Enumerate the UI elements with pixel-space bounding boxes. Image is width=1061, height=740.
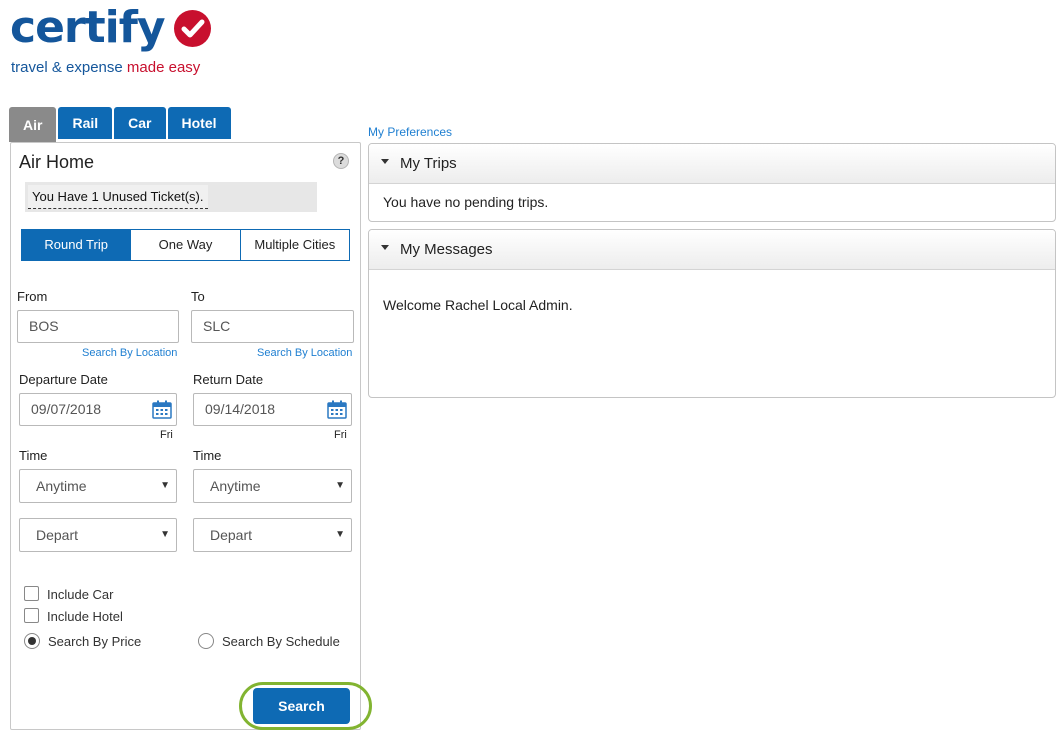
search-by-schedule-label: Search By Schedule (222, 634, 340, 649)
tab-car[interactable]: Car (114, 107, 166, 139)
to-input[interactable]: SLC (191, 310, 354, 343)
help-icon[interactable]: ? (333, 153, 349, 169)
to-search-by-location-link[interactable]: Search By Location (257, 347, 352, 359)
round-trip-button[interactable]: Round Trip (22, 230, 131, 260)
my-messages-panel: My Messages Welcome Rachel Local Admin. (368, 229, 1056, 398)
my-trips-body: You have no pending trips. (383, 194, 549, 210)
my-messages-title: My Messages (400, 241, 493, 258)
dropdown-arrow-icon: ▼ (160, 480, 170, 491)
my-messages-body: Welcome Rachel Local Admin. (383, 297, 573, 313)
include-hotel-label: Include Hotel (47, 609, 123, 624)
return-date-label: Return Date (193, 372, 264, 387)
my-trips-header[interactable]: My Trips (369, 144, 1055, 184)
return-mode-select[interactable]: Depart ▼ (193, 518, 352, 552)
search-by-schedule-radio[interactable] (198, 633, 214, 649)
air-search-panel: Air Home ? You Have 1 Unused Ticket(s). … (10, 142, 372, 730)
search-button[interactable]: Search (253, 688, 350, 724)
checkmark-icon (174, 10, 211, 47)
search-by-price-radio[interactable] (24, 633, 40, 649)
my-trips-panel: My Trips You have no pending trips. (368, 143, 1056, 222)
from-search-by-location-link[interactable]: Search By Location (82, 347, 177, 359)
return-date-value: 09/14/2018 (205, 401, 276, 417)
my-messages-header[interactable]: My Messages (369, 230, 1055, 270)
multiple-cities-button[interactable]: Multiple Cities (239, 230, 349, 260)
include-hotel-checkbox[interactable] (24, 608, 39, 623)
logo-tagline: travel & expense made easy (11, 59, 200, 76)
departure-mode-select[interactable]: Depart ▼ (19, 518, 177, 552)
return-date-input[interactable]: 09/14/2018 (193, 393, 352, 426)
departure-day: Fri (160, 429, 173, 441)
search-by-price-label: Search By Price (48, 634, 142, 649)
travel-mode-tabs: Air Rail Car Hotel (9, 107, 233, 142)
my-trips-title: My Trips (400, 155, 457, 172)
one-way-button[interactable]: One Way (130, 230, 240, 260)
my-preferences-link[interactable]: My Preferences (368, 125, 452, 139)
tagline-main: travel & expense (11, 59, 123, 76)
departure-time-value: Anytime (36, 478, 87, 494)
collapse-triangle-icon (381, 159, 389, 164)
collapse-triangle-icon (381, 245, 389, 250)
tab-hotel[interactable]: Hotel (167, 107, 231, 139)
departure-time-label: Time (19, 448, 48, 463)
from-label: From (17, 289, 48, 304)
return-day: Fri (334, 429, 347, 441)
from-input[interactable]: BOS (17, 310, 179, 343)
dropdown-arrow-icon: ▼ (335, 480, 345, 491)
include-car-label: Include Car (47, 587, 114, 602)
logo-wordmark: certify (10, 2, 166, 53)
unused-tickets-link[interactable]: You Have 1 Unused Ticket(s). (28, 185, 208, 209)
return-time-select[interactable]: Anytime ▼ (193, 469, 352, 503)
certify-logo: certify travel & expense made easy (10, 2, 230, 82)
tagline-accent: made easy (126, 59, 201, 76)
departure-date-input[interactable]: 09/07/2018 (19, 393, 177, 426)
departure-date-label: Departure Date (19, 372, 108, 387)
departure-time-select[interactable]: Anytime ▼ (19, 469, 177, 503)
panel-title: Air Home (19, 152, 95, 172)
departure-date-value: 09/07/2018 (31, 401, 102, 417)
to-label: To (191, 289, 205, 304)
trip-type-selector: Round Trip One Way Multiple Cities (21, 229, 350, 261)
tab-air[interactable]: Air (9, 107, 57, 142)
include-car-checkbox[interactable] (24, 586, 39, 601)
return-time-value: Anytime (210, 478, 261, 494)
calendar-icon[interactable] (152, 400, 172, 419)
dropdown-arrow-icon: ▼ (160, 529, 170, 540)
dropdown-arrow-icon: ▼ (335, 529, 345, 540)
calendar-icon[interactable] (327, 400, 347, 419)
unused-tickets-banner: You Have 1 Unused Ticket(s). (25, 182, 317, 212)
return-mode-value: Depart (210, 527, 253, 543)
tab-rail[interactable]: Rail (58, 107, 113, 139)
departure-mode-value: Depart (36, 527, 79, 543)
return-time-label: Time (193, 448, 222, 463)
